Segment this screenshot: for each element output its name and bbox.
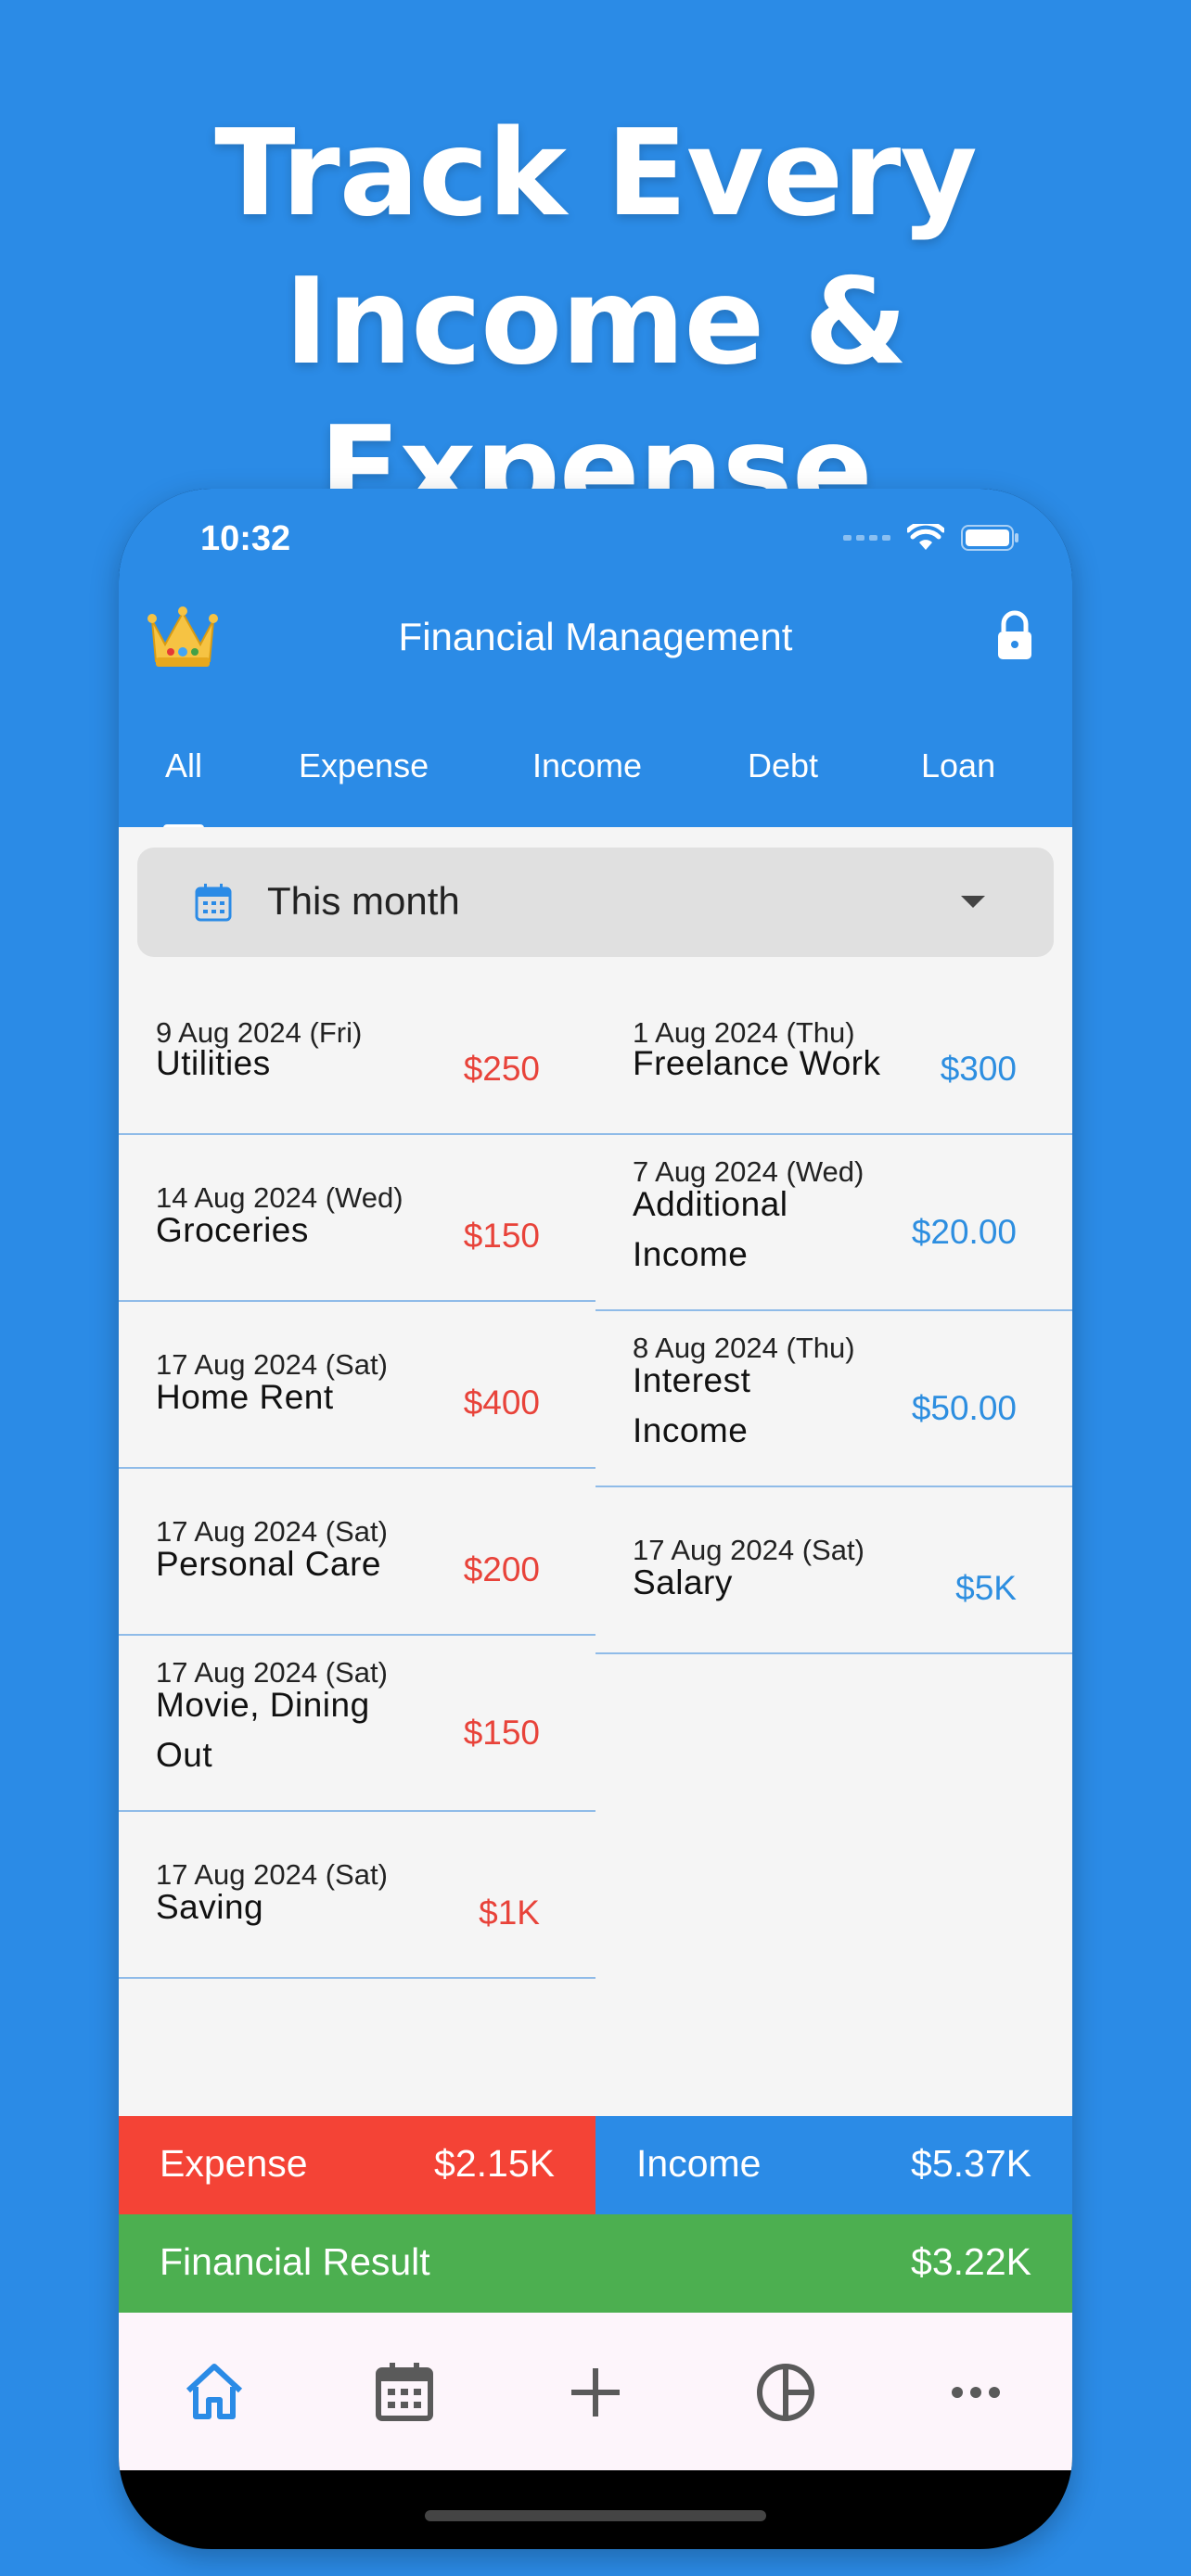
headline: Track Every Income & Expense	[0, 100, 1191, 545]
period-selector[interactable]: This month	[137, 848, 1054, 957]
headline-line-1: Track Every	[214, 105, 978, 243]
item-amount: $1K	[479, 1894, 540, 1932]
app-title: Financial Management	[398, 615, 793, 658]
signal-icon	[843, 535, 890, 541]
nav-calendar[interactable]	[367, 2355, 442, 2429]
nav-reports[interactable]	[749, 2355, 823, 2429]
list-item-expense[interactable]: 17 Aug 2024 (Sat) Personal Care $200	[119, 1469, 596, 1636]
status-icons	[843, 524, 1020, 552]
income-total-value: $5.37K	[911, 2142, 1031, 2185]
more-icon	[952, 2387, 1000, 2398]
item-name-line-2: Out	[156, 1736, 213, 1774]
title-row: Financial Management	[119, 600, 1072, 674]
tab-bar: All Expense Income Debt Loan	[119, 746, 1072, 802]
summary-panel: Expense $2.15K Income $5.37K Financial R…	[119, 2116, 1072, 2313]
item-amount: $50.00	[911, 1389, 1017, 1427]
item-name: Freelance Work	[633, 1044, 881, 1082]
item-amount: $150	[463, 1217, 540, 1255]
pie-chart-icon	[757, 2364, 814, 2421]
tab-expense[interactable]: Expense	[299, 746, 429, 785]
content-area: This month 9 Aug 2024 (Fri) Utilities $2…	[119, 827, 1072, 2411]
item-name: Saving	[156, 1888, 264, 1926]
wifi-icon	[907, 524, 944, 550]
income-total: Income $5.37K	[596, 2116, 1072, 2214]
income-list: 1 Aug 2024 (Thu) Freelance Work $300 7 A…	[596, 976, 1072, 1654]
nav-add[interactable]	[558, 2355, 633, 2429]
list-item-expense[interactable]: 17 Aug 2024 (Sat) Saving $1K	[119, 1812, 596, 1979]
nav-more[interactable]	[939, 2355, 1013, 2429]
app-bar: 10:32 Financial Management All Expense I…	[119, 489, 1072, 832]
dropdown-arrow-icon	[961, 896, 985, 908]
tab-debt[interactable]: Debt	[748, 746, 818, 785]
period-label: This month	[267, 879, 460, 923]
phone-frame: 10:32 Financial Management All Expense I…	[119, 489, 1072, 2549]
home-indicator	[425, 2510, 766, 2521]
item-amount: $20.00	[911, 1213, 1017, 1251]
item-name-line-1: Interest	[633, 1361, 751, 1399]
item-name: Personal Care	[156, 1545, 382, 1583]
nav-home[interactable]	[177, 2355, 251, 2429]
list-item-expense[interactable]: 17 Aug 2024 (Sat) Movie, Dining Out $150	[119, 1636, 596, 1812]
item-amount: $400	[463, 1384, 540, 1422]
list-item-income[interactable]: 7 Aug 2024 (Wed) Additional Income $20.0…	[596, 1135, 1072, 1311]
expense-total-label: Expense	[160, 2142, 308, 2185]
lock-icon[interactable]	[992, 607, 1037, 663]
item-amount: $250	[463, 1050, 540, 1088]
expense-total: Expense $2.15K	[119, 2116, 596, 2214]
tab-income[interactable]: Income	[532, 746, 642, 785]
financial-result-label: Financial Result	[160, 2240, 430, 2283]
item-amount: $300	[940, 1050, 1017, 1088]
income-total-label: Income	[636, 2142, 762, 2185]
status-time: 10:32	[200, 519, 291, 558]
tab-loan[interactable]: Loan	[921, 746, 995, 785]
item-amount: $5K	[955, 1569, 1017, 1607]
item-name-line-1: Movie, Dining	[156, 1686, 370, 1724]
home-icon	[186, 2364, 243, 2419]
list-item-expense[interactable]: 14 Aug 2024 (Wed) Groceries $150	[119, 1135, 596, 1302]
item-name-line-2: Income	[633, 1235, 749, 1273]
item-name-line-1: Additional	[633, 1185, 788, 1223]
bottom-nav	[119, 2313, 1072, 2470]
list-item-income[interactable]: 17 Aug 2024 (Sat) Salary $5K	[596, 1487, 1072, 1654]
battery-icon	[961, 525, 1018, 551]
list-item-expense[interactable]: 17 Aug 2024 (Sat) Home Rent $400	[119, 1302, 596, 1469]
item-name: Groceries	[156, 1211, 309, 1249]
calendar-icon	[195, 884, 232, 922]
item-name-line-2: Income	[633, 1411, 749, 1449]
expense-list: 9 Aug 2024 (Fri) Utilities $250 14 Aug 2…	[119, 976, 596, 1979]
plus-icon	[571, 2368, 620, 2417]
item-amount: $150	[463, 1714, 540, 1752]
list-item-income[interactable]: 8 Aug 2024 (Thu) Interest Income $50.00	[596, 1311, 1072, 1487]
tab-all[interactable]: All	[165, 746, 202, 785]
expense-total-value: $2.15K	[434, 2142, 555, 2185]
item-name: Home Rent	[156, 1378, 334, 1416]
list-item-expense[interactable]: 9 Aug 2024 (Fri) Utilities $250	[119, 976, 596, 1135]
item-name: Utilities	[156, 1044, 271, 1082]
financial-result: Financial Result $3.22K	[119, 2214, 1072, 2313]
item-name: Salary	[633, 1563, 733, 1601]
list-item-income[interactable]: 1 Aug 2024 (Thu) Freelance Work $300	[596, 976, 1072, 1135]
calendar-icon	[376, 2363, 433, 2421]
item-amount: $200	[463, 1550, 540, 1588]
financial-result-value: $3.22K	[911, 2240, 1031, 2283]
